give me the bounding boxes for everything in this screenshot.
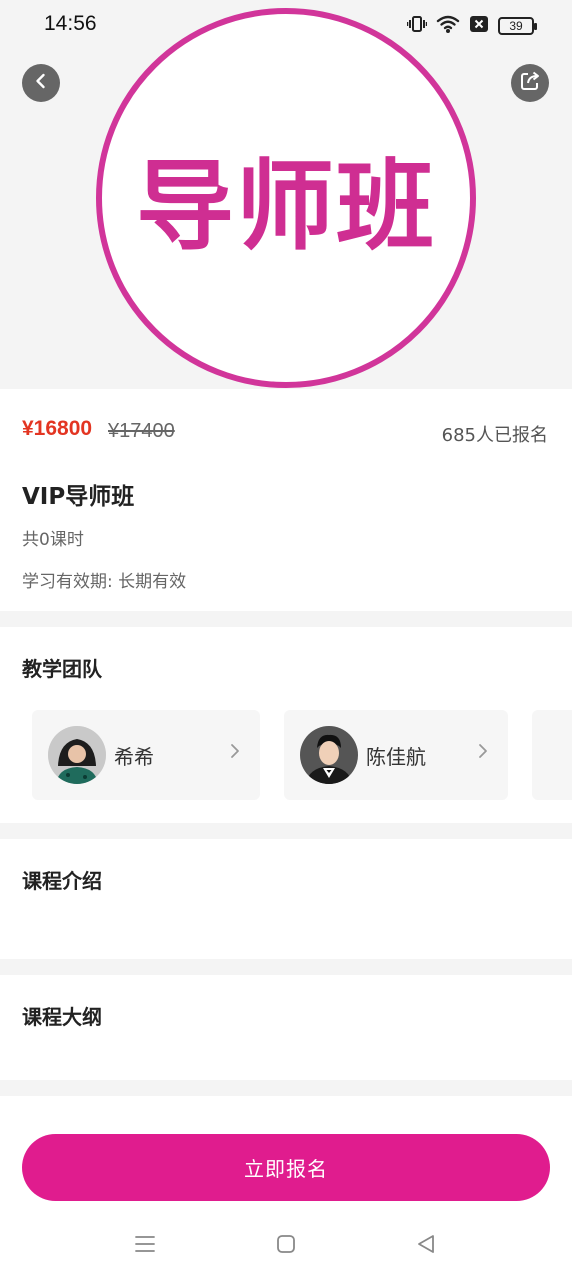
home-icon[interactable] — [276, 1234, 296, 1258]
back-icon[interactable] — [416, 1234, 436, 1258]
wifi-icon — [436, 14, 460, 38]
course-title: VIP导师班 — [22, 484, 135, 510]
battery-icon: 39 — [498, 17, 537, 35]
section-title-outline: 课程大纲 — [22, 1005, 102, 1029]
vibrate-icon — [406, 14, 428, 38]
original-price: ¥17400 — [108, 420, 175, 442]
back-button[interactable] — [22, 64, 60, 102]
avatar — [300, 726, 358, 784]
no-sim-icon — [469, 15, 489, 37]
chevron-right-icon — [230, 743, 240, 763]
course-logo: 导师班 — [96, 8, 476, 388]
course-outline-section: 课程大纲 — [0, 975, 572, 1080]
status-time: 14:56 — [44, 12, 97, 35]
teacher-card-partial[interactable] — [532, 710, 572, 800]
enroll-now-button[interactable]: 立即报名 — [22, 1134, 550, 1201]
teaching-team-section: 教学团队 希希 陈佳航 — [0, 627, 572, 823]
teacher-card[interactable]: 希希 — [32, 710, 260, 800]
teacher-name: 陈佳航 — [366, 745, 426, 769]
share-button[interactable] — [511, 64, 549, 102]
avatar — [48, 726, 106, 784]
status-icons: 39 — [406, 14, 537, 38]
system-nav-bar — [0, 1210, 572, 1280]
logo-text: 导师班 — [135, 150, 436, 264]
status-bar: 14:56 39 — [0, 0, 572, 52]
teacher-card[interactable]: 陈佳航 — [284, 710, 508, 800]
lesson-count: 共0课时 — [22, 530, 84, 550]
share-icon — [519, 70, 541, 96]
section-title-intro: 课程介绍 — [22, 869, 102, 893]
current-price: ¥16800 — [22, 417, 93, 440]
course-info: ¥16800 ¥17400 685人已报名 VIP导师班 共0课时 学习有效期:… — [0, 389, 572, 611]
course-cover: 14:56 39 导师班 — [0, 0, 572, 388]
chevron-left-icon — [32, 72, 50, 94]
section-title-team: 教学团队 — [22, 657, 102, 681]
chevron-right-icon — [478, 743, 488, 763]
menu-icon[interactable] — [134, 1234, 156, 1258]
enrolled-count: 685人已报名 — [441, 425, 548, 446]
course-intro-section: 课程介绍 — [0, 839, 572, 959]
validity-period: 学习有效期: 长期有效 — [22, 572, 187, 592]
teacher-name: 希希 — [114, 745, 154, 769]
